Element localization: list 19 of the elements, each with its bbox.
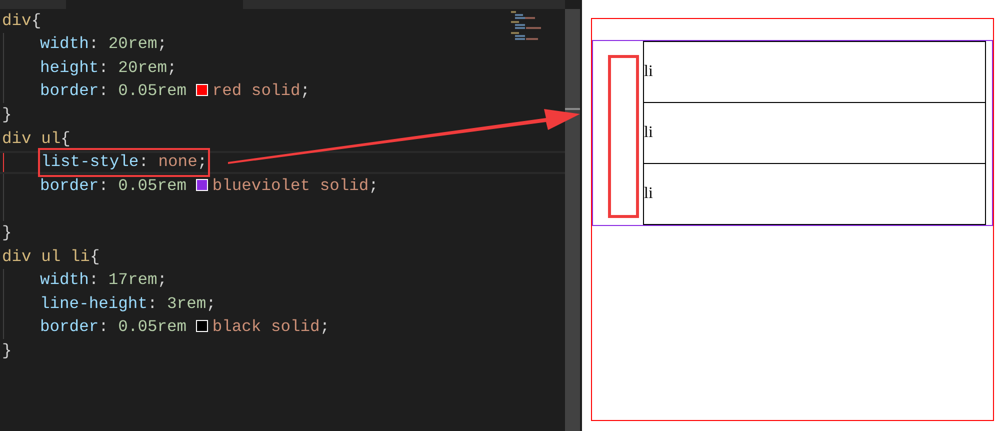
code-line: div{: [1, 10, 42, 32]
list-item: li: [643, 102, 986, 164]
code-line: border: 0.05rem blueviolet solid;: [39, 174, 378, 197]
editor-tab[interactable]: [243, 0, 565, 9]
list-item: li: [643, 41, 986, 103]
code-line: div ul li{: [1, 246, 100, 268]
scrollbar[interactable]: [565, 9, 580, 431]
code-line: height: 20rem;: [39, 56, 177, 79]
code-line: }: [1, 222, 12, 244]
code-line: border: 0.05rem black solid;: [39, 316, 330, 338]
code-line: border: 0.05rem red solid;: [39, 80, 310, 102]
code-line: }: [1, 104, 12, 126]
code-line: line-height: 3rem;: [39, 292, 216, 315]
code-line: div ul{: [1, 128, 70, 150]
list-item: li: [643, 163, 986, 225]
code-line: width: 17rem;: [39, 269, 168, 292]
code-line: }: [1, 340, 12, 362]
code-line: list-style: none;: [0, 150, 208, 175]
code-line: width: 20rem;: [39, 33, 168, 56]
